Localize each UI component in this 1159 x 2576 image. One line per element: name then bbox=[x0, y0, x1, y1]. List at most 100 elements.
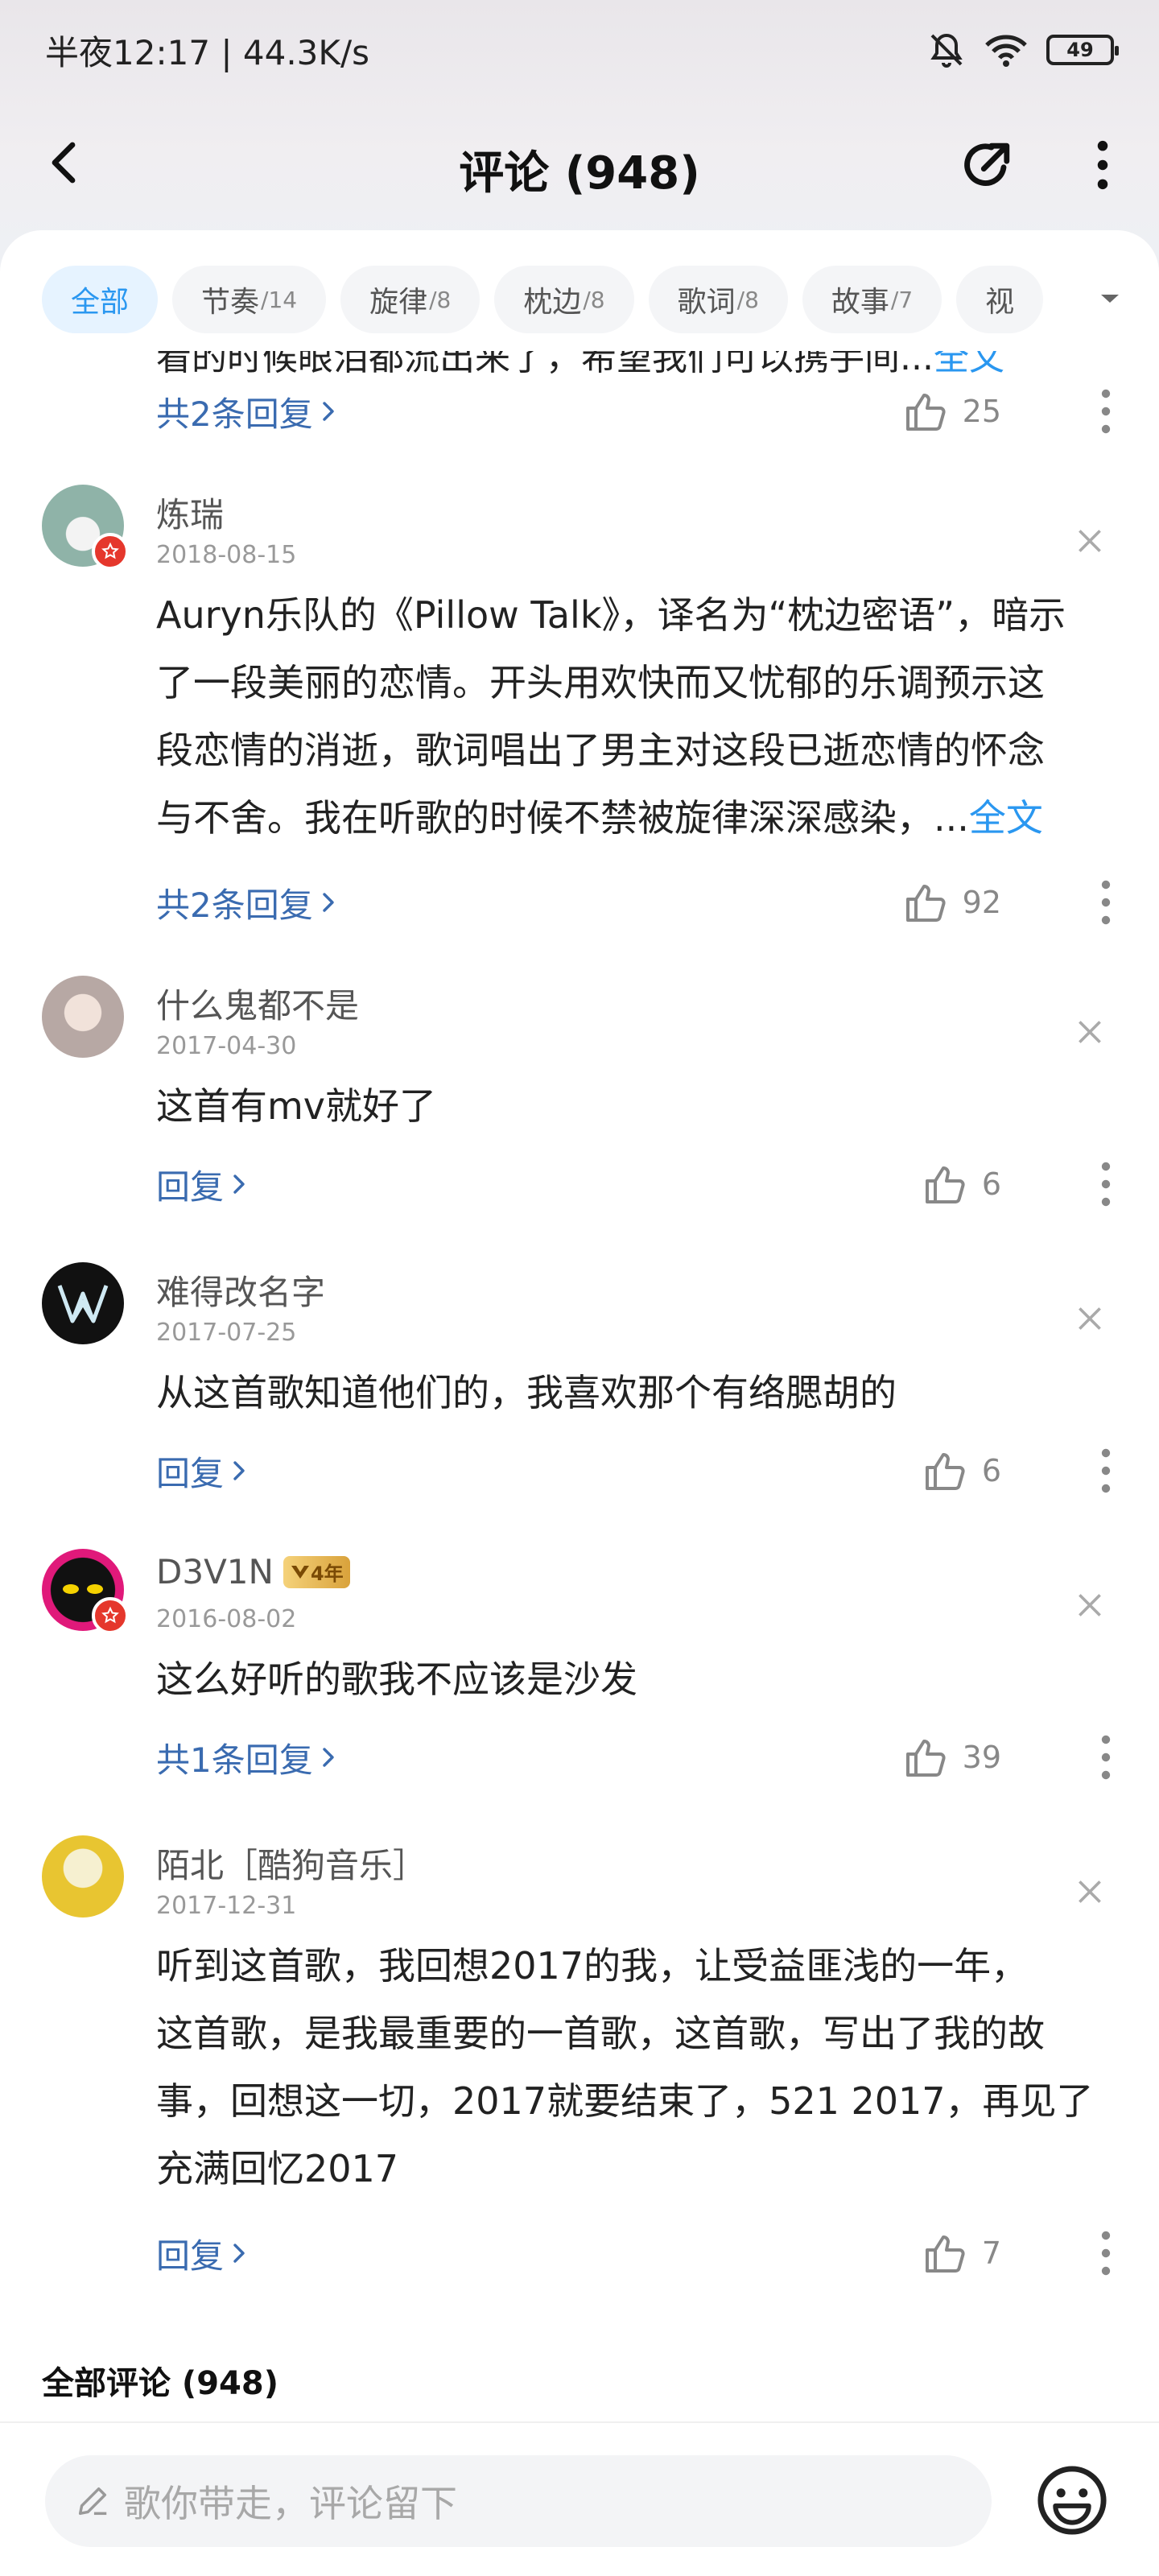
thumbs-up-icon bbox=[905, 394, 946, 431]
username[interactable]: 陌北［酷狗音乐］ bbox=[156, 1839, 427, 1888]
section-title: 全部评论 (948) bbox=[42, 2365, 278, 2402]
chevron-right-icon bbox=[233, 1461, 245, 1480]
close-icon[interactable] bbox=[1075, 1018, 1104, 1046]
comment-line: 从这首歌知道他们的，我喜欢那个有络腮胡的 bbox=[156, 1371, 897, 1414]
share-icon[interactable] bbox=[958, 134, 1019, 195]
like-button[interactable]: 25 bbox=[905, 390, 1001, 432]
comment-more-icon[interactable] bbox=[1098, 2229, 1114, 2277]
like-button[interactable]: 7 bbox=[924, 2232, 1001, 2274]
tab-label: 旋律 bbox=[369, 286, 428, 319]
status-time: 半夜12:17 | 44.3K/s bbox=[45, 32, 369, 72]
username-text: 什么鬼都不是 bbox=[156, 986, 360, 1026]
like-button[interactable]: 6 bbox=[924, 1450, 1001, 1492]
comment-list: 看的时候眼泪都流出来了，希望我们可以携手间...全文 共2条回复 25 炼瑞 2… bbox=[0, 351, 1159, 2388]
reply-label: 共2条回复 bbox=[156, 394, 313, 434]
username[interactable]: D3V1N 4年 bbox=[156, 1552, 350, 1591]
caret-down-icon bbox=[1101, 295, 1119, 303]
reply-link[interactable]: 共2条回复 bbox=[156, 387, 905, 436]
comment-date: 2017-07-25 bbox=[156, 1319, 297, 1347]
wifi-icon bbox=[985, 35, 1027, 67]
reply-label: 回复 bbox=[156, 1453, 225, 1493]
tab-all[interactable]: 全部 bbox=[42, 266, 159, 333]
thumbs-up-icon bbox=[905, 1740, 946, 1777]
reply-label: 回复 bbox=[156, 2235, 225, 2276]
vip-v-icon bbox=[291, 1565, 309, 1579]
reply-link[interactable]: 回复 bbox=[156, 1160, 924, 1209]
like-button[interactable]: 92 bbox=[905, 881, 1001, 923]
avatar[interactable] bbox=[42, 1262, 124, 1344]
tab-pillow[interactable]: 枕边/8 bbox=[494, 266, 634, 333]
reply-label: 共2条回复 bbox=[156, 885, 313, 925]
comment-actions: 共2条回复 25 bbox=[156, 383, 1114, 440]
comment-line: 充满回忆2017 bbox=[156, 2147, 399, 2190]
avatar[interactable] bbox=[42, 485, 129, 570]
like-count: 92 bbox=[962, 885, 1001, 920]
battery-level: 49 bbox=[1066, 39, 1094, 61]
reply-link[interactable]: 回复 bbox=[156, 1447, 924, 1496]
comment-line: Auryn乐队的《Pillow Talk》，译名为“枕边密语”，暗示 bbox=[156, 593, 1066, 637]
comment-input[interactable]: 歌你带走，评论留下 bbox=[45, 2455, 992, 2547]
like-button[interactable]: 6 bbox=[924, 1163, 1001, 1205]
comment-text: 这首有mv就好了 bbox=[156, 1072, 1122, 1140]
reply-link[interactable]: 回复 bbox=[156, 2229, 924, 2278]
tabs-expand-button[interactable] bbox=[1038, 262, 1135, 335]
comment-actions: 回复 6 bbox=[156, 1443, 1114, 1499]
username-text: D3V1N bbox=[156, 1552, 274, 1591]
tab-melody[interactable]: 旋律/8 bbox=[340, 266, 481, 333]
comment-actions: 回复 6 bbox=[156, 1156, 1114, 1212]
comment-more-icon[interactable] bbox=[1098, 1447, 1114, 1495]
comment-date: 2017-12-31 bbox=[156, 1892, 297, 1920]
tab-count: /14 bbox=[261, 286, 298, 313]
comment-more-icon[interactable] bbox=[1098, 387, 1114, 436]
tab-story[interactable]: 故事/7 bbox=[802, 266, 942, 333]
expand-full-link[interactable]: 全文 bbox=[969, 796, 1043, 840]
comment-more-icon[interactable] bbox=[1098, 1160, 1114, 1208]
comment-line: 这么好听的歌我不应该是沙发 bbox=[156, 1657, 637, 1701]
username[interactable]: 难得改名字 bbox=[156, 1265, 325, 1315]
avatar[interactable] bbox=[42, 1549, 129, 1634]
expand-full-link[interactable]: 全文 bbox=[934, 351, 1004, 378]
like-count: 6 bbox=[981, 1453, 1001, 1488]
emoji-icon[interactable] bbox=[1035, 2463, 1109, 2537]
comment-text: Auryn乐队的《Pillow Talk》，译名为“枕边密语”，暗示 了一段美丽… bbox=[156, 581, 1122, 852]
tab-label: 视 bbox=[985, 286, 1015, 319]
chevron-right-icon bbox=[323, 402, 334, 421]
close-icon[interactable] bbox=[1075, 1877, 1104, 1906]
tab-label: 歌词 bbox=[677, 286, 736, 319]
thumbs-up-icon bbox=[925, 1453, 965, 1490]
comment-date: 2018-08-15 bbox=[156, 541, 297, 569]
comment-line: 与不舍。我在听歌的时候不禁被旋律深深感染，... bbox=[156, 796, 969, 840]
tab-lyrics[interactable]: 歌词/8 bbox=[648, 266, 788, 333]
comment-actions: 共1条回复 39 bbox=[156, 1729, 1114, 1785]
tab-count: /8 bbox=[736, 286, 759, 313]
like-button[interactable]: 39 bbox=[905, 1736, 1001, 1778]
input-placeholder: 歌你带走，评论留下 bbox=[124, 2482, 457, 2525]
more-options-icon[interactable] bbox=[1088, 138, 1117, 192]
avatar[interactable] bbox=[42, 976, 124, 1058]
logo-icon bbox=[57, 1285, 109, 1323]
tab-count: /8 bbox=[429, 286, 452, 313]
username[interactable]: 什么鬼都不是 bbox=[156, 979, 359, 1028]
vip-badge: 4年 bbox=[283, 1555, 350, 1588]
close-icon[interactable] bbox=[1075, 526, 1104, 555]
comment-line: 这首有mv就好了 bbox=[156, 1084, 437, 1128]
comment-text: 这么好听的歌我不应该是沙发 bbox=[156, 1645, 1122, 1713]
avatar[interactable] bbox=[42, 1835, 124, 1918]
tab-count: /8 bbox=[583, 286, 605, 313]
reply-link[interactable]: 共1条回复 bbox=[156, 1733, 905, 1782]
close-icon[interactable] bbox=[1075, 1591, 1104, 1620]
username-text: 炼瑞 bbox=[156, 495, 225, 535]
like-count: 6 bbox=[981, 1166, 1001, 1202]
comment-more-icon[interactable] bbox=[1098, 878, 1114, 927]
tab-rhythm[interactable]: 节奏/14 bbox=[172, 266, 327, 333]
username[interactable]: 炼瑞 bbox=[156, 488, 224, 537]
reply-link[interactable]: 共2条回复 bbox=[156, 878, 905, 927]
close-icon[interactable] bbox=[1075, 1304, 1104, 1333]
like-count: 39 bbox=[962, 1740, 1001, 1775]
tab-video[interactable]: 视 bbox=[956, 266, 1044, 333]
page-header: 评论 (948) bbox=[0, 121, 1159, 209]
comment-actions: 回复 7 bbox=[156, 2225, 1114, 2281]
comment-more-icon[interactable] bbox=[1098, 1733, 1114, 1781]
comment-text: 听到这首歌，我回想2017的我，让受益匪浅的一年， 这首歌，是我最重要的一首歌，… bbox=[156, 1932, 1122, 2202]
filter-tabs: 全部 节奏/14 旋律/8 枕边/8 歌词/8 故事/7 视 bbox=[42, 266, 1120, 333]
